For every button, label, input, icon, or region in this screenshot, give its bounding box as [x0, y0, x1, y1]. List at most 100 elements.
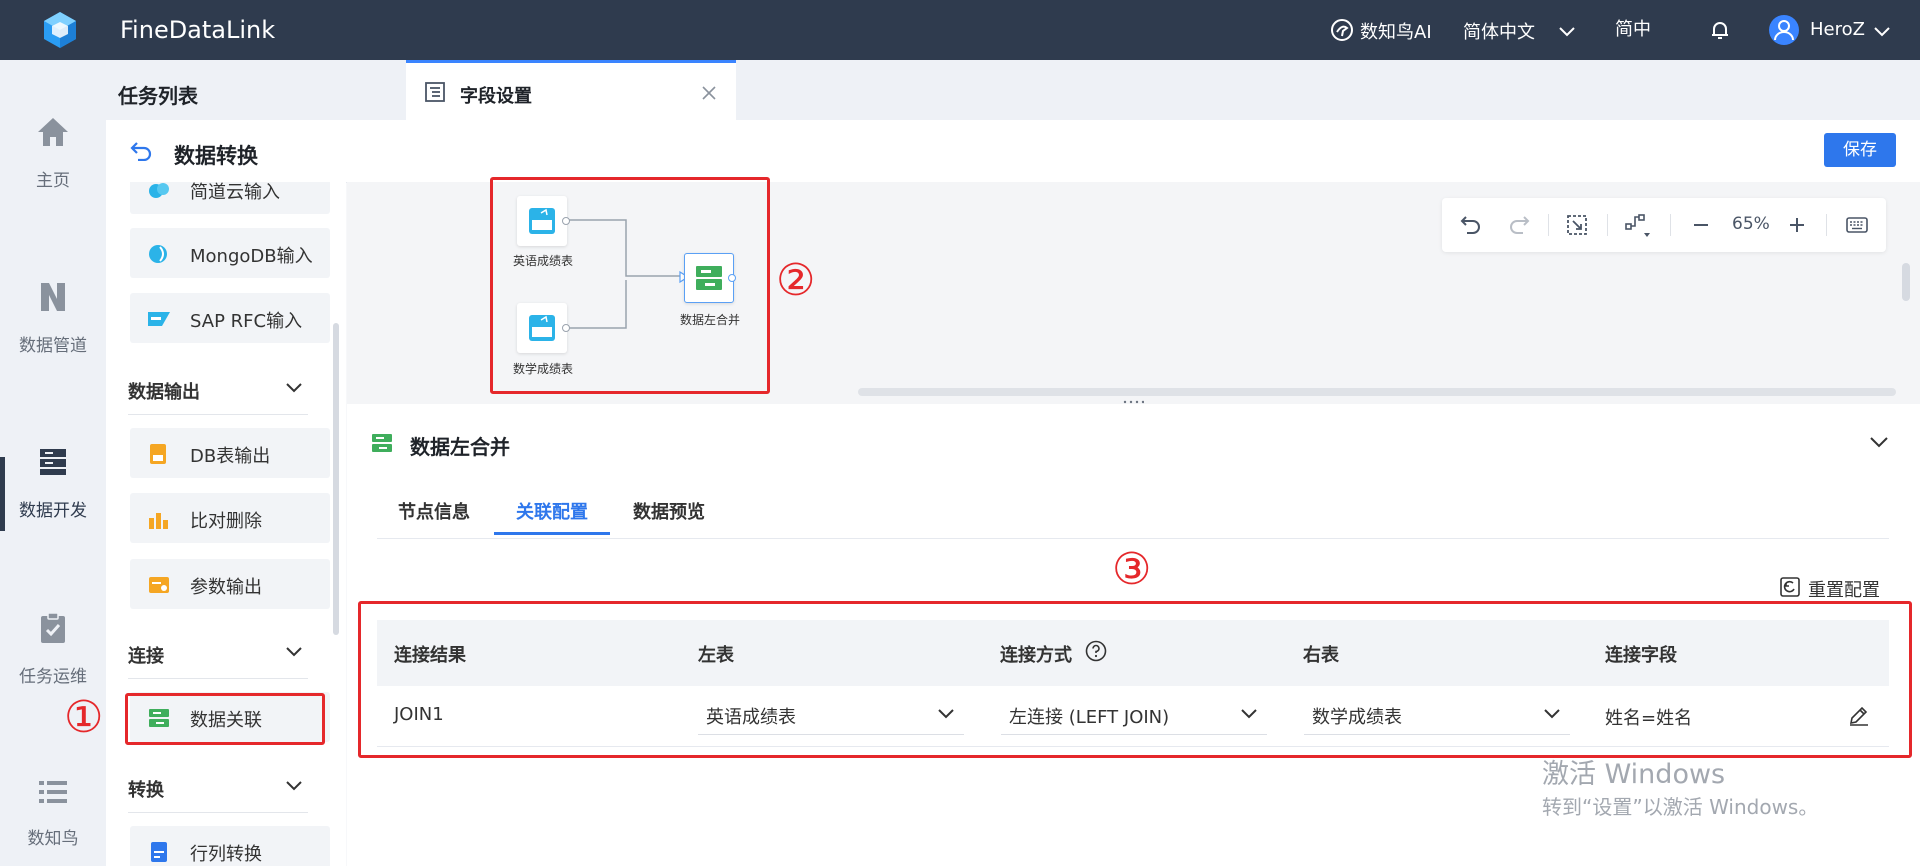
- avatar: [1769, 15, 1799, 45]
- user-name: HeroZ: [1810, 19, 1865, 40]
- db-output-icon: [150, 444, 166, 464]
- tabs-divider: [377, 538, 1889, 539]
- nav-item-pipeline[interactable]: 数据管道: [0, 281, 106, 356]
- group-label: 数据输出: [128, 382, 200, 403]
- canvas-vertical-scrollbar[interactable]: [1902, 263, 1910, 301]
- group-join[interactable]: 连接: [128, 642, 308, 679]
- component-panel: 简道云输入 MongoDB输入 SAP RFC输入 数据输出 DB表输出 比对删…: [106, 182, 346, 866]
- toolbar-divider: [1826, 214, 1827, 236]
- group-label: 连接: [128, 646, 164, 667]
- simplified-chinese-toggle[interactable]: 简中: [1615, 15, 1651, 41]
- ai-assistant[interactable]: 数知鸟AI: [1330, 16, 1440, 46]
- reset-config-button[interactable]: 重置配置: [1780, 576, 1900, 602]
- tab-node-info[interactable]: 节点信息: [398, 498, 470, 524]
- page-title: 数据转换: [174, 144, 258, 168]
- component-label: DB表输出: [190, 446, 271, 467]
- merge-icon: [372, 434, 392, 452]
- annotation-box-1: [125, 693, 325, 745]
- component-label: 简道云输入: [190, 182, 280, 203]
- tab-join-config[interactable]: 关联配置: [516, 498, 588, 524]
- reset-config-label: 重置配置: [1808, 580, 1880, 601]
- save-button[interactable]: 保存: [1824, 133, 1896, 167]
- redo-icon[interactable]: [1508, 215, 1530, 235]
- back-icon[interactable]: [130, 141, 152, 161]
- component-sap-rfc-input[interactable]: SAP RFC输入: [130, 293, 330, 343]
- nav-item-home[interactable]: 主页: [0, 116, 106, 191]
- fit-view-icon[interactable]: [1566, 214, 1588, 236]
- mongodb-icon: [149, 245, 167, 263]
- chevron-down-icon: [1874, 27, 1890, 37]
- task-ops-icon: [41, 612, 65, 643]
- pipeline-icon: [41, 283, 65, 311]
- component-row-col-transform[interactable]: 行列转换: [130, 826, 330, 866]
- field-settings-icon: [425, 82, 445, 102]
- keyboard-icon[interactable]: [1846, 216, 1868, 234]
- group-transform[interactable]: 转换: [128, 776, 308, 813]
- close-icon[interactable]: [702, 86, 716, 100]
- component-db-output[interactable]: DB表输出: [130, 428, 330, 478]
- annotation-number-1: ①: [64, 692, 104, 743]
- chevron-down-icon: [286, 781, 302, 791]
- toolbar-divider: [1607, 214, 1608, 236]
- nav-item-list[interactable]: 数知鸟: [0, 778, 106, 849]
- param-output-icon: [149, 577, 169, 593]
- bell-icon[interactable]: [1708, 18, 1732, 42]
- app-title: FineDataLink: [120, 16, 276, 44]
- zoom-in-icon[interactable]: [1788, 216, 1806, 234]
- toolbar-divider: [1548, 214, 1549, 236]
- annotation-box-2: [490, 177, 770, 394]
- zoom-out-icon[interactable]: [1692, 216, 1710, 234]
- finedatalink-logo-icon[interactable]: [38, 10, 82, 50]
- config-title: 数据左合并: [410, 435, 510, 459]
- activate-windows-title: 激活 Windows: [1542, 759, 1726, 790]
- component-param-output[interactable]: 参数输出: [130, 559, 330, 609]
- component-panel-scrollbar[interactable]: [333, 323, 339, 635]
- language-select[interactable]: 简体中文: [1463, 18, 1575, 46]
- annotation-box-3: [358, 601, 1912, 758]
- sap-icon: [148, 312, 170, 326]
- component-label: 参数输出: [190, 577, 262, 598]
- chevron-down-icon: [286, 383, 302, 393]
- compare-delete-icon: [149, 513, 168, 529]
- active-tab-indicator: [494, 532, 610, 535]
- component-compare-delete[interactable]: 比对删除: [130, 493, 330, 543]
- reset-icon: [1780, 577, 1800, 597]
- chevron-down-icon[interactable]: [1870, 437, 1888, 448]
- component-label: MongoDB输入: [190, 246, 313, 267]
- nav-label-task-ops: 任务运维: [19, 667, 87, 687]
- jiandaoyun-icon: [149, 183, 169, 198]
- group-data-output[interactable]: 数据输出: [128, 378, 308, 415]
- component-label: SAP RFC输入: [190, 311, 303, 332]
- language-label: 简体中文: [1463, 22, 1535, 43]
- toolbar-divider: [1670, 214, 1671, 236]
- nav-item-task-ops[interactable]: 任务运维: [0, 612, 106, 687]
- annotation-number-2: ②: [776, 255, 816, 306]
- canvas-horizontal-scrollbar[interactable]: [858, 388, 1896, 396]
- connector-style-icon[interactable]: [1624, 212, 1652, 238]
- bird-ai-icon: [1331, 19, 1353, 41]
- nav-label-home: 主页: [36, 171, 70, 191]
- tab-data-preview[interactable]: 数据预览: [633, 498, 705, 524]
- activate-windows-hint: 转到“设置”以激活 Windows。: [1542, 795, 1819, 819]
- row-col-icon: [151, 842, 167, 862]
- group-label: 转换: [128, 780, 164, 801]
- data-dev-icon: [40, 449, 66, 475]
- user-menu[interactable]: HeroZ: [1768, 14, 1890, 48]
- ai-label: 数知鸟AI: [1360, 22, 1432, 43]
- nav-label-pipeline: 数据管道: [19, 336, 87, 356]
- nav-item-data-dev[interactable]: 数据开发: [0, 446, 106, 521]
- component-jiandaoyun-input[interactable]: 简道云输入: [130, 182, 330, 214]
- tab-field-settings[interactable]: 字段设置: [406, 60, 736, 120]
- annotation-number-3: ③: [1112, 544, 1152, 595]
- undo-icon[interactable]: [1460, 215, 1482, 235]
- component-mongodb-input[interactable]: MongoDB输入: [130, 228, 330, 278]
- tab-field-settings-label: 字段设置: [460, 86, 532, 107]
- component-label: 行列转换: [190, 844, 262, 865]
- tab-row: [106, 60, 1920, 120]
- canvas-toolbar: 65%: [1442, 198, 1886, 252]
- nav-label-list: 数知鸟: [27, 829, 79, 849]
- header-row: [106, 120, 1920, 183]
- list-icon: [39, 781, 67, 803]
- task-list-title[interactable]: 任务列表: [118, 80, 198, 109]
- chevron-down-icon: [1559, 27, 1575, 37]
